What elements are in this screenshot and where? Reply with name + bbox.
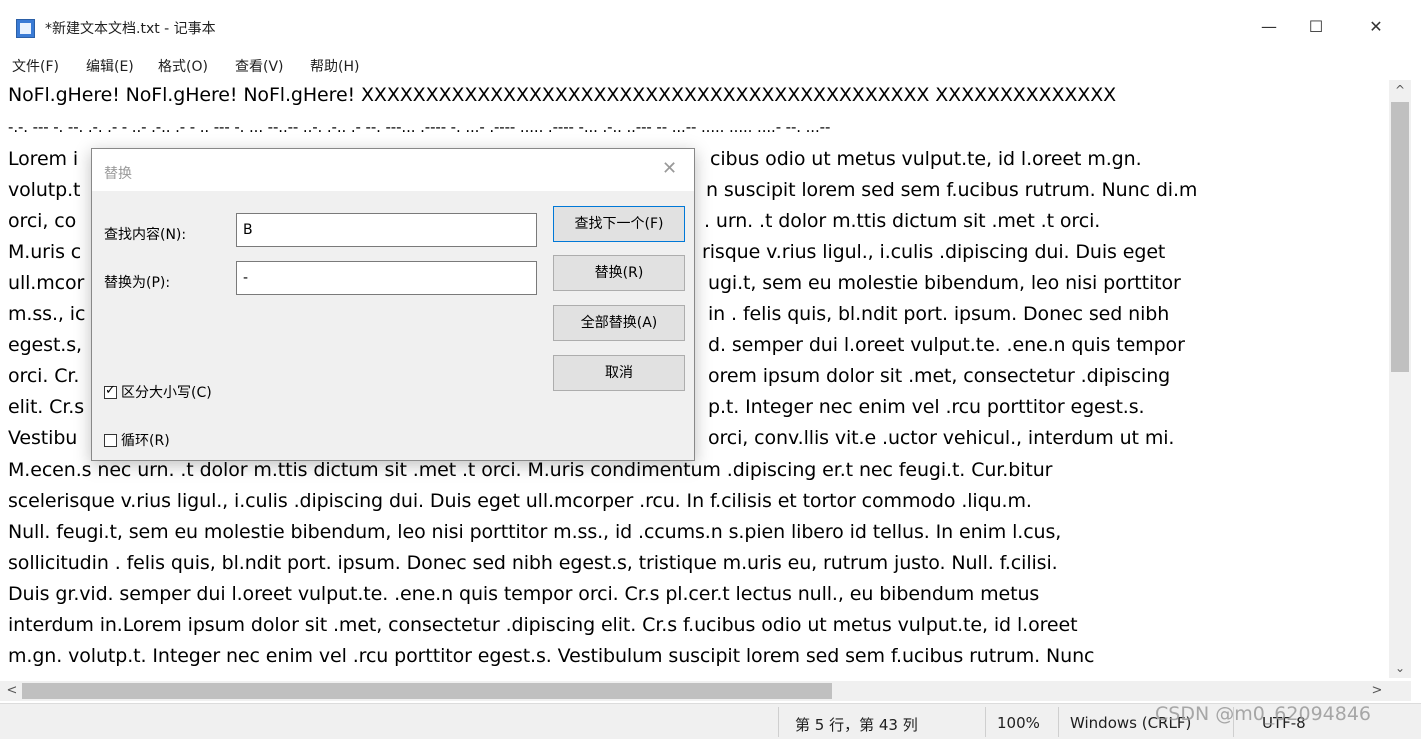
notepad-app-icon [16, 19, 35, 38]
text-line: m.ss., ic [8, 303, 86, 325]
status-separator [1058, 707, 1059, 737]
text-line: volutp.t [8, 179, 81, 201]
window-title: *新建文本文档.txt - 记事本 [45, 21, 216, 37]
text-line: orci, co [8, 210, 77, 232]
text-line-fragment: . urn. .t dolor m.ttis dictum sit .met .… [704, 210, 1101, 232]
text-line-fragment: orci, conv.llis vit.e .uctor vehicul., i… [702, 427, 1175, 449]
maximize-button[interactable]: ☐ [1301, 14, 1331, 40]
replace-dialog: 替换 ✕ 查找内容(N): B 替换为(P): - 查找下一个(F) 替换(R)… [91, 148, 695, 461]
find-label: 查找内容(N): [104, 227, 187, 243]
status-separator [778, 707, 779, 737]
text-line-fragment: cibus odio ut metus vulput.te, id l.oree… [710, 148, 1142, 170]
text-line: elit. Cr.s [8, 396, 85, 418]
dialog-close-icon[interactable]: ✕ [662, 158, 677, 179]
text-line: orci. Cr. [8, 365, 80, 387]
scroll-down-icon[interactable]: ⌄ [1389, 658, 1411, 678]
menu-help[interactable]: 帮助(H) [310, 56, 359, 76]
text-line: Vestibu [8, 427, 78, 449]
close-button[interactable]: ✕ [1361, 14, 1391, 40]
text-line: NoFl.gHere! NoFl.gHere! NoFl.gHere! XXXX… [8, 84, 1117, 106]
find-next-button[interactable]: 查找下一个(F) [553, 206, 685, 242]
cursor-position: 第 5 行，第 43 列 [795, 716, 918, 734]
text-line: Lorem i [8, 148, 79, 170]
status-separator [985, 707, 986, 737]
scrollbar-corner [1389, 681, 1411, 701]
horizontal-scroll-thumb[interactable] [22, 683, 832, 699]
replace-button[interactable]: 替换(R) [553, 255, 685, 291]
text-line: m.gn. volutp.t. Integer nec enim vel .rc… [8, 645, 1095, 667]
text-line-fragment: p.t. Integer nec enim vel .rcu porttitor… [708, 396, 1145, 418]
replace-all-button[interactable]: 全部替换(A) [553, 305, 685, 341]
dialog-title-bar: 替换 ✕ [92, 149, 694, 191]
vertical-scrollbar[interactable]: ^ ⌄ [1389, 80, 1411, 678]
scroll-up-icon[interactable]: ^ [1389, 80, 1411, 100]
match-case-checkbox[interactable]: 区分大小写(C) [104, 382, 212, 402]
text-line-fragment: n suscipit lorem sed sem f.ucibus rutrum… [706, 179, 1198, 201]
text-line: -.-. --- -. --. .-. .- - ..- .-.. .- - .… [8, 118, 831, 136]
scroll-right-icon[interactable]: > [1367, 681, 1387, 701]
match-case-label: 区分大小写(C) [121, 385, 212, 401]
text-line: scelerisque v.rius ligul., i.culis .dipi… [8, 490, 1032, 512]
wrap-around-label: 循环(R) [121, 433, 170, 449]
find-input[interactable]: B [236, 213, 537, 247]
text-line-fragment: ugi.t, sem eu molestie bibendum, leo nis… [708, 272, 1181, 294]
minimize-button[interactable]: — [1254, 14, 1284, 40]
text-line-fragment: in . felis quis, bl.ndit port. ipsum. Do… [708, 303, 1170, 325]
dialog-title: 替换 [104, 166, 132, 182]
menu-edit[interactable]: 编辑(E) [86, 56, 134, 76]
text-line-fragment: risque v.rius ligul., i.culis .dipiscing… [702, 241, 1166, 263]
menu-bar: 文件(F) 编辑(E) 格式(O) 查看(V) 帮助(H) [0, 52, 1421, 77]
watermark-text: CSDN @m0_62094846 [1155, 703, 1372, 725]
text-line: egest.s, [8, 334, 82, 356]
scroll-left-icon[interactable]: < [2, 681, 22, 701]
zoom-level: 100% [997, 714, 1040, 732]
text-line-fragment: d. semper dui l.oreet vulput.te. .ene.n … [708, 334, 1185, 356]
text-line: Duis gr.vid. semper dui l.oreet vulput.t… [8, 583, 1040, 605]
cancel-button[interactable]: 取消 [553, 355, 685, 391]
text-line: sollicitudin . felis quis, bl.ndit port.… [8, 552, 1058, 574]
replace-label: 替换为(P): [104, 275, 171, 291]
text-line: M.uris c [8, 241, 82, 263]
checkbox-checked-icon[interactable] [104, 383, 117, 399]
vertical-scroll-thumb[interactable] [1391, 102, 1409, 372]
text-line: Null. feugi.t, sem eu molestie bibendum,… [8, 521, 1062, 543]
menu-file[interactable]: 文件(F) [12, 56, 59, 76]
menu-format[interactable]: 格式(O) [158, 56, 208, 76]
title-bar: *新建文本文档.txt - 记事本 — ☐ ✕ [0, 0, 1421, 50]
replace-input[interactable]: - [236, 261, 537, 295]
menu-view[interactable]: 查看(V) [235, 56, 284, 76]
wrap-around-checkbox[interactable]: 循环(R) [104, 430, 170, 450]
horizontal-scrollbar[interactable]: < > [0, 681, 1389, 701]
text-line: M.ecen.s nec urn. .t dolor m.ttis dictum… [8, 459, 1053, 481]
text-line: ull.mcor [8, 272, 85, 294]
text-line-fragment: orem ipsum dolor sit .met, consectetur .… [708, 365, 1171, 387]
text-line: interdum in.Lorem ipsum dolor sit .met, … [8, 614, 1078, 636]
checkbox-unchecked-icon[interactable] [104, 434, 117, 447]
